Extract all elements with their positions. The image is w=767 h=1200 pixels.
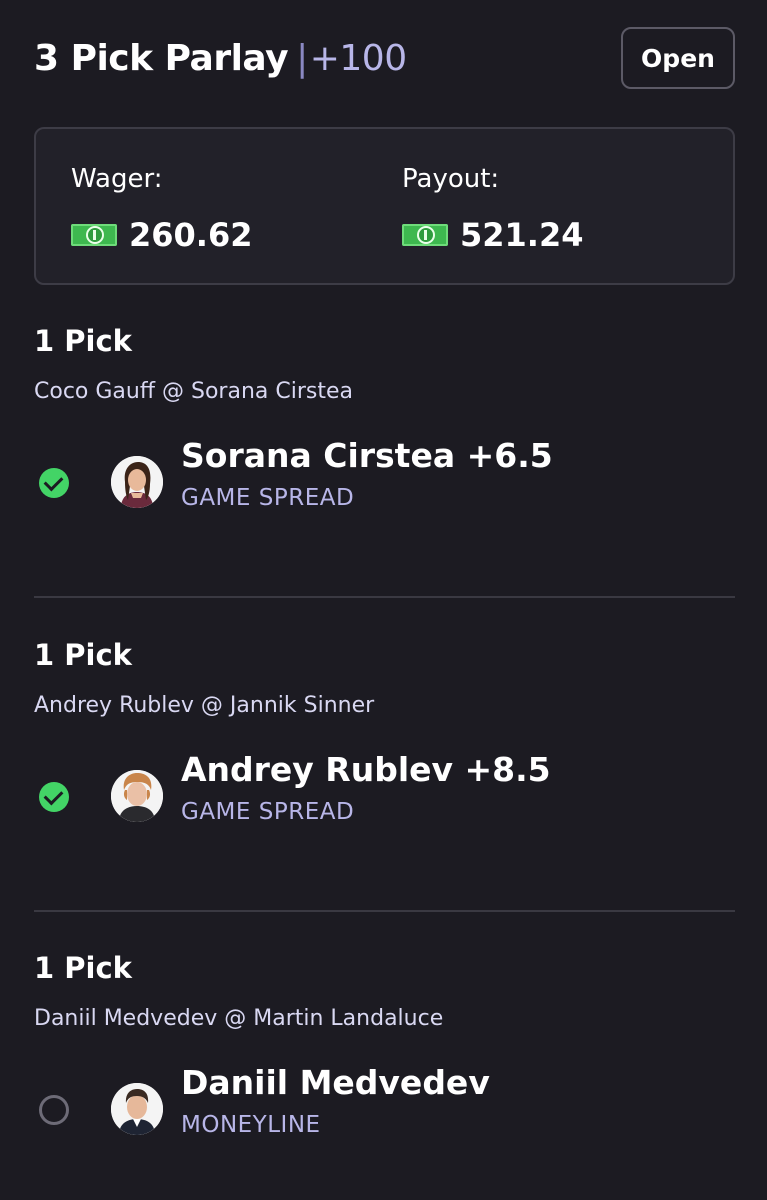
cash-icon bbox=[402, 224, 448, 246]
payout-amount: 521.24 bbox=[460, 216, 584, 254]
wager-amount-row: 260.62 bbox=[71, 217, 252, 253]
pick-title: 1 Pick bbox=[34, 951, 132, 985]
wager-label: Wager: bbox=[71, 164, 163, 194]
payout-label: Payout: bbox=[402, 164, 500, 194]
pick-selection: Sorana Cirstea +6.5 bbox=[181, 436, 553, 475]
pick-market: GAME SPREAD bbox=[181, 485, 355, 511]
check-circle-icon bbox=[39, 782, 69, 812]
pick-divider bbox=[34, 910, 735, 912]
player-avatar bbox=[111, 1083, 163, 1135]
wager-amount: 260.62 bbox=[129, 216, 253, 254]
pick-card[interactable]: 1 Pick Coco Gauff @ Sorana Cirstea Soran… bbox=[34, 324, 735, 530]
pick-market: MONEYLINE bbox=[181, 1112, 321, 1138]
pick-card[interactable]: 1 Pick Daniil Medvedev @ Martin Landaluc… bbox=[34, 951, 735, 1157]
parlay-header: 3 Pick Parlay |+100 Open bbox=[34, 27, 735, 91]
title-separator: | bbox=[296, 38, 308, 79]
payout-column: Payout: 521.24 bbox=[402, 163, 583, 253]
pick-card[interactable]: 1 Pick Andrey Rublev @ Jannik Sinner And… bbox=[34, 638, 735, 844]
check-circle-icon bbox=[39, 468, 69, 498]
pick-selection: Daniil Medvedev bbox=[181, 1063, 490, 1102]
payout-amount-row: 521.24 bbox=[402, 217, 583, 253]
empty-circle-icon bbox=[39, 1095, 69, 1125]
wager-summary-card: Wager: 260.62 Payout: 521.24 bbox=[34, 127, 735, 285]
pick-matchup: Coco Gauff @ Sorana Cirstea bbox=[34, 379, 353, 404]
cash-icon bbox=[71, 224, 117, 246]
pick-market: GAME SPREAD bbox=[181, 799, 355, 825]
open-button[interactable]: Open bbox=[621, 27, 735, 89]
player-avatar bbox=[111, 456, 163, 508]
parlay-title-text: 3 Pick Parlay bbox=[34, 38, 289, 79]
player-avatar bbox=[111, 770, 163, 822]
pick-title: 1 Pick bbox=[34, 324, 132, 358]
pick-matchup: Daniil Medvedev @ Martin Landaluce bbox=[34, 1006, 444, 1031]
pick-matchup: Andrey Rublev @ Jannik Sinner bbox=[34, 693, 375, 718]
pick-selection-row: Andrey Rublev +8.5 GAME SPREAD bbox=[34, 750, 735, 844]
pick-selection-row: Daniil Medvedev MONEYLINE bbox=[34, 1063, 735, 1157]
wager-column: Wager: 260.62 bbox=[71, 163, 252, 253]
pick-selection-row: Sorana Cirstea +6.5 GAME SPREAD bbox=[34, 436, 735, 530]
pick-title: 1 Pick bbox=[34, 638, 132, 672]
parlay-title: 3 Pick Parlay |+100 bbox=[34, 39, 407, 79]
pick-divider bbox=[34, 596, 735, 598]
pick-selection: Andrey Rublev +8.5 bbox=[181, 750, 551, 789]
parlay-odds: +100 bbox=[309, 38, 407, 79]
